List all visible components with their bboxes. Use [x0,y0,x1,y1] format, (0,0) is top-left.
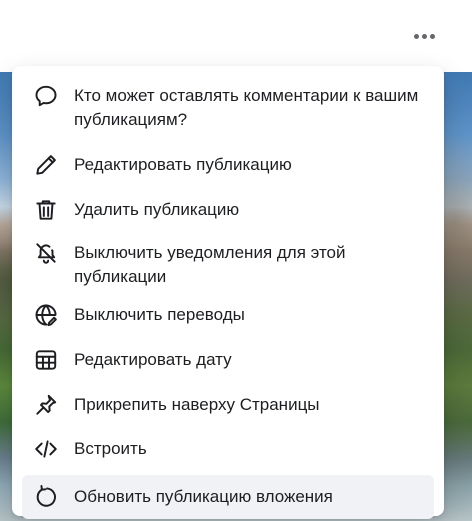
menu-item-refresh-attachment[interactable]: Обновить публикацию вложения [22,475,434,519]
menu-item-embed[interactable]: Встроить [22,427,434,472]
post-options-menu: Кто может оставлять комментарии к вашим … [12,66,444,519]
comment-icon [32,82,60,110]
menu-item-edit-date[interactable]: Редактировать дату [22,337,434,382]
menu-item-label: Выключить переводы [74,305,245,324]
more-horizontal-icon [413,33,435,39]
bell-off-icon [32,239,60,267]
menu-item-label: Встроить [74,439,147,458]
menu-item-label: Обновить публикацию вложения [74,487,333,506]
menu-item-label: Удалить публикацию [74,200,240,219]
menu-item-delete-post[interactable]: Удалить публикацию [22,187,434,232]
menu-item-label: Редактировать публикацию [74,155,292,174]
menu-item-pin-to-page[interactable]: Прикрепить наверху Страницы [22,382,434,427]
pencil-icon [32,151,60,179]
more-options-button[interactable] [398,18,450,54]
pin-icon [32,391,60,419]
calendar-icon [32,346,60,374]
menu-item-disable-translations[interactable]: Выключить переводы [22,292,434,337]
trash-icon [32,196,60,224]
code-icon [32,435,60,463]
refresh-icon [32,483,60,511]
globe-edit-icon [32,301,60,329]
menu-item-label: Прикрепить наверху Страницы [74,395,320,414]
menu-item-comment-settings[interactable]: Кто может оставлять комментарии к вашим … [22,76,434,142]
menu-item-label: Редактировать дату [74,350,232,369]
menu-item-label: Выключить уведомления для этой публикаци… [74,243,346,286]
menu-item-mute-notifications[interactable]: Выключить уведомления для этой публикаци… [22,232,434,292]
menu-item-edit-post[interactable]: Редактировать публикацию [22,142,434,187]
menu-item-label: Кто может оставлять комментарии к вашим … [74,86,419,129]
